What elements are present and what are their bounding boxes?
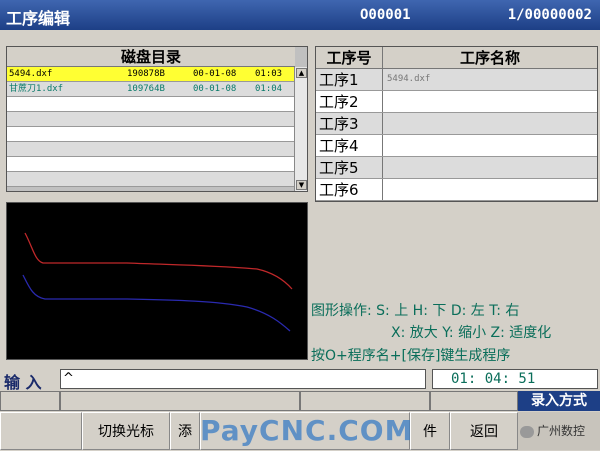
- process-number: 工序5: [316, 157, 383, 178]
- hint-zoom: X: 放大 Y: 缩小 Z: 适度化: [391, 325, 552, 341]
- file-time: 01:03: [255, 69, 283, 79]
- wechat-badge: 广州数控: [520, 415, 598, 447]
- file-size: 190878B: [127, 69, 165, 79]
- process-number: 工序1: [316, 69, 383, 90]
- directory-scrollbar[interactable]: ▲ ▼: [294, 67, 307, 191]
- process-name: [383, 113, 597, 134]
- disk-directory-list: 5494.dxf 190878B 00-01-08 01:03 甘蔗刀1.dxf…: [7, 67, 295, 187]
- file-row[interactable]: [7, 127, 295, 142]
- wechat-account: 广州数控: [537, 424, 586, 438]
- mode-indicator: 录入方式: [518, 391, 600, 411]
- process-name: 5494.dxf: [387, 74, 431, 84]
- file-row[interactable]: [7, 172, 295, 187]
- disk-directory-panel: 磁盘目录 5494.dxf 190878B 00-01-08 01:03 甘蔗刀…: [6, 46, 308, 192]
- process-table-header: 工序号 工序名称: [316, 47, 597, 69]
- program-number: O00001: [360, 7, 411, 23]
- add-button[interactable]: 添: [170, 412, 200, 450]
- window-title: 工序编辑: [6, 9, 71, 28]
- process-name: [383, 135, 597, 156]
- disk-directory-heading: 磁盘目录: [7, 47, 295, 67]
- process-name: [383, 91, 597, 112]
- switch-cursor-button[interactable]: 切换光标: [82, 412, 170, 450]
- file-date: 00-01-08: [193, 84, 237, 94]
- process-table: 工序号 工序名称 工序1 5494.dxf 工序2 工序3 工序4 工序5 工序…: [315, 46, 598, 202]
- file-row[interactable]: [7, 142, 295, 157]
- process-number: 工序2: [316, 91, 383, 112]
- status-cell: [60, 391, 300, 411]
- process-row[interactable]: 工序2: [316, 91, 597, 113]
- status-cell: [300, 391, 430, 411]
- file-name: 甘蔗刀1.dxf: [9, 84, 64, 94]
- toolpath-curve-red: [24, 232, 293, 290]
- file-time: 01:04: [255, 84, 283, 94]
- process-number: 工序4: [316, 135, 383, 156]
- graphics-preview[interactable]: [6, 202, 308, 360]
- back-button[interactable]: 返回: [450, 412, 518, 450]
- process-number-header: 工序号: [316, 47, 383, 68]
- process-number: 工序3: [316, 113, 383, 134]
- scroll-up-icon[interactable]: ▲: [296, 68, 307, 78]
- process-row[interactable]: 工序4: [316, 135, 597, 157]
- process-name: [383, 157, 597, 178]
- process-number: 工序6: [316, 179, 383, 200]
- process-row[interactable]: 工序1 5494.dxf: [316, 69, 597, 91]
- file-row[interactable]: [7, 97, 295, 112]
- softkey-empty[interactable]: [0, 412, 82, 450]
- clock-display: 01: 04: 51: [432, 369, 598, 389]
- title-bar: 工序编辑 O00001 1/00000002: [0, 0, 600, 30]
- file-name: 5494.dxf: [9, 69, 53, 79]
- hint-move: 图形操作: S: 上 H: 下 D: 左 T: 右: [311, 303, 520, 319]
- process-row[interactable]: 工序6: [316, 179, 597, 201]
- file-row[interactable]: 5494.dxf 190878B 00-01-08 01:03: [7, 67, 295, 82]
- file-size: 109764B: [127, 84, 165, 94]
- process-name: [383, 179, 597, 200]
- file-row[interactable]: [7, 157, 295, 172]
- command-input[interactable]: ^: [60, 369, 426, 389]
- status-cell: [430, 391, 518, 411]
- process-name-header: 工序名称: [459, 49, 520, 67]
- status-cell: [0, 391, 60, 411]
- file-row[interactable]: [7, 112, 295, 127]
- toolpath-curve-blue: [22, 274, 291, 332]
- file-date: 00-01-08: [193, 69, 237, 79]
- input-label: 输 入: [4, 373, 42, 392]
- watermark-text: PayCNC.COM: [200, 414, 414, 447]
- process-row[interactable]: 工序3: [316, 113, 597, 135]
- hint-save: 按O+程序名+[保存]键生成程序: [311, 348, 511, 364]
- toolpath-drawing: [22, 232, 293, 332]
- file-row[interactable]: 甘蔗刀1.dxf 109764B 00-01-08 01:04: [7, 82, 295, 97]
- process-row[interactable]: 工序5: [316, 157, 597, 179]
- status-strip: [0, 391, 600, 411]
- wechat-icon: [520, 425, 534, 438]
- scroll-down-icon[interactable]: ▼: [296, 180, 307, 190]
- process-count: 1/00000002: [507, 7, 592, 23]
- file-button[interactable]: 件: [410, 412, 450, 450]
